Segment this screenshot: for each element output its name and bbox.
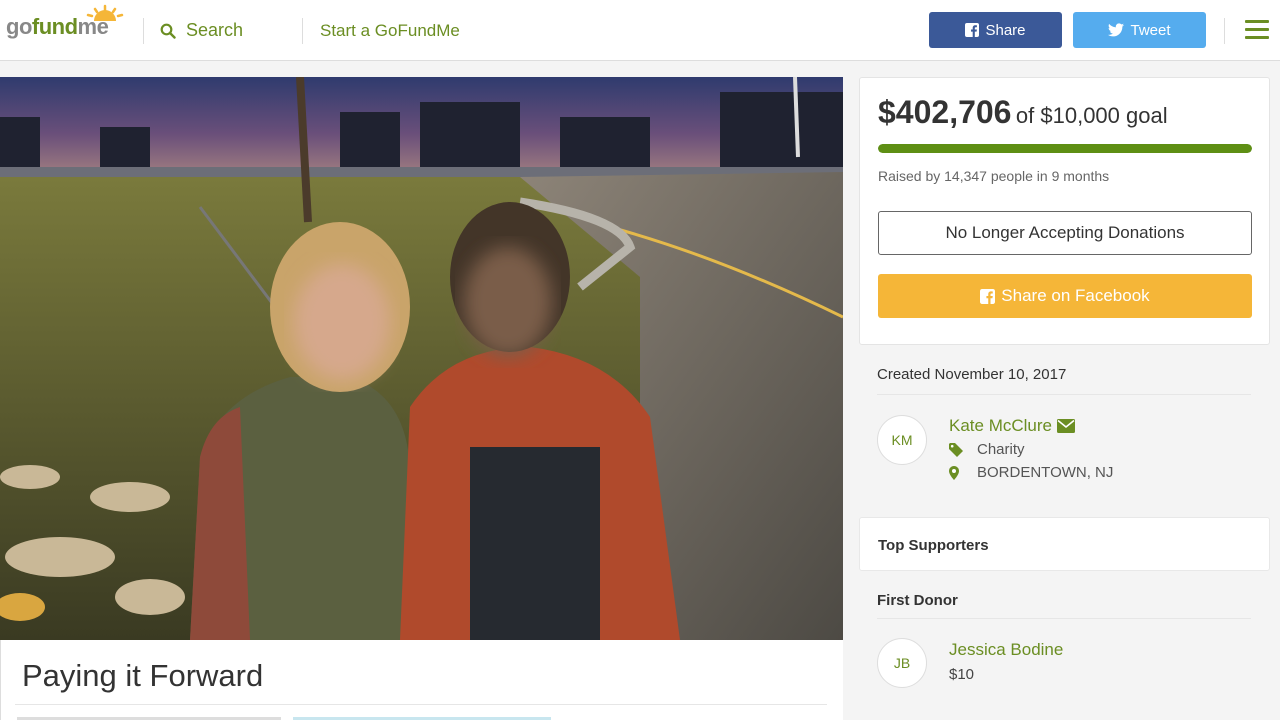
facebook-icon [980,288,996,304]
header-divider [143,18,144,44]
organizer-category-row: Charity [949,441,1025,458]
donor-name[interactable]: Jessica Bodine [949,640,1063,660]
tweet-button[interactable]: Tweet [1073,12,1206,48]
twitter-bird-icon [1108,23,1125,37]
raised-by-text: Raised by 14,347 people in 9 months [878,168,1110,184]
section-divider [877,394,1251,395]
gofundme-logo[interactable]: gofundme [6,4,124,40]
top-supporters-tab[interactable]: Top Supporters [859,517,1270,571]
header-divider [1224,18,1225,44]
tweet-label: Tweet [1130,21,1171,39]
start-gofundme-link[interactable]: Start a GoFundMe [320,21,460,41]
logo-text-go: go [6,14,32,39]
tag-icon [949,442,977,457]
search-label: Search [186,20,244,40]
logo-text-fund: fund [31,14,78,39]
donor-avatar: JB [877,638,927,688]
donation-card: $402,706 of $10,000 goal Raised by 14,34… [859,77,1270,345]
section-divider [877,618,1251,619]
progress-bar [878,144,1252,153]
title-divider [15,704,827,705]
search-icon [160,23,176,39]
campaign-title-card: Paying it Forward [0,640,843,720]
map-pin-icon [949,465,977,480]
facebook-share-button[interactable]: Share [929,12,1062,48]
search-link[interactable]: Search [160,20,243,41]
progress-fill [878,144,1252,153]
amount-row: $402,706 of $10,000 goal [878,94,1168,131]
created-date: Created November 10, 2017 [877,366,1067,383]
campaign-photo [0,77,843,640]
organizer-location-row: BORDENTOWN, NJ [949,464,1113,481]
top-supporters-label: Top Supporters [878,537,989,554]
header-divider [302,18,303,44]
goal-text: of $10,000 goal [1015,103,1168,128]
organizer-name-link[interactable]: Kate McClure [949,416,1075,436]
envelope-icon[interactable] [1056,419,1075,433]
raised-amount: $402,706 [878,94,1012,130]
share-on-facebook-label: Share on Facebook [1001,286,1150,305]
first-donor-heading: First Donor [877,592,958,609]
organizer-name: Kate McClure [949,416,1052,435]
share-on-facebook-button[interactable]: Share on Facebook [878,274,1252,318]
sun-logo-icon [86,4,124,21]
organizer-category: Charity [977,441,1025,458]
hamburger-menu-icon[interactable] [1245,20,1269,40]
organizer-avatar[interactable]: KM [877,415,927,465]
campaign-photo-image [0,77,843,640]
organizer-location: BORDENTOWN, NJ [977,464,1114,481]
campaign-title: Paying it Forward [22,658,264,693]
top-header: gofundme Search Start a GoFundMe Share T… [0,0,1280,61]
facebook-icon [965,23,980,37]
share-label: Share [985,21,1026,39]
donor-amount: $10 [949,666,975,683]
no-longer-accepting-button[interactable]: No Longer Accepting Donations [878,211,1252,255]
